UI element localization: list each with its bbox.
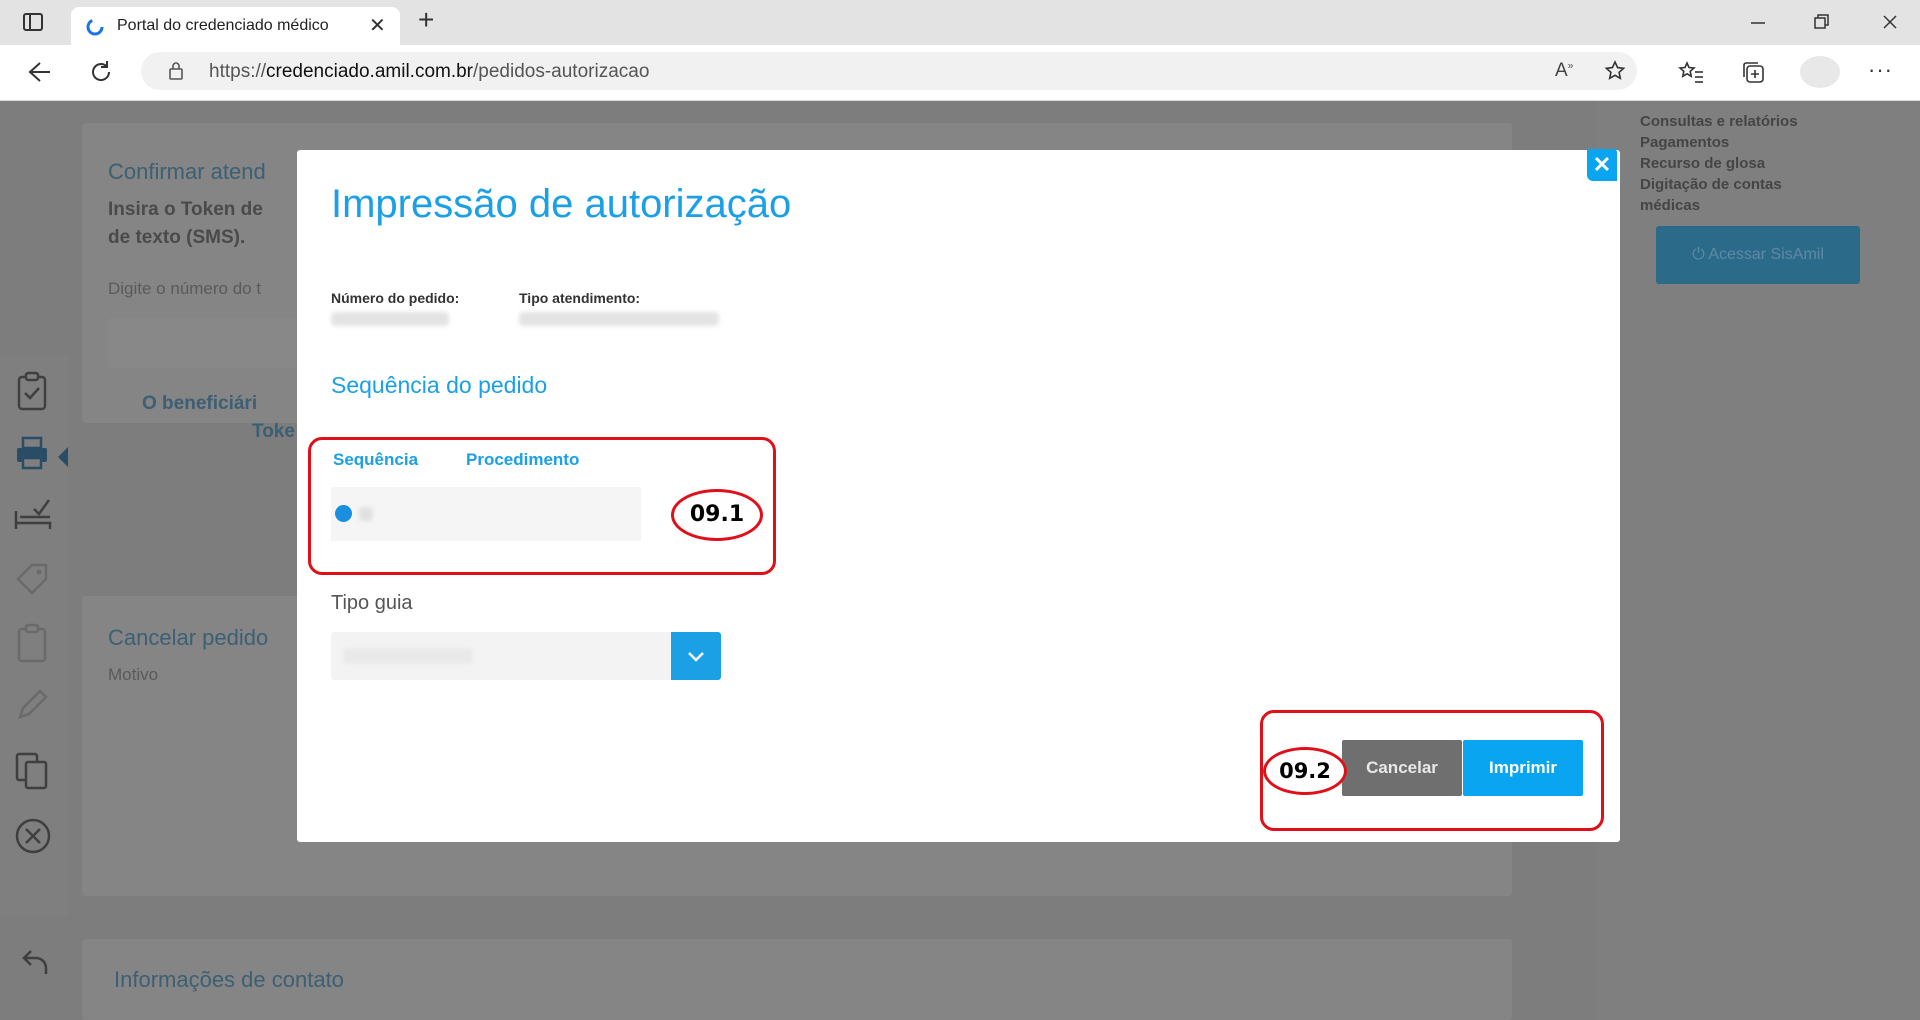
active-indicator	[58, 447, 68, 467]
contact-title: Informações de contato	[114, 967, 344, 992]
tipo-guia-label: Tipo guia	[331, 592, 413, 614]
service-type-value-redacted	[519, 312, 719, 326]
confirm-text-1: Insira o Token de	[108, 199, 263, 220]
order-number-label: Número do pedido:	[331, 290, 460, 306]
favorite-add-icon[interactable]	[1603, 59, 1627, 88]
confirm-text-2: de texto (SMS).	[108, 227, 246, 248]
link-digitacao[interactable]: Digitação de contas	[1640, 174, 1798, 195]
section-title: Sequência do pedido	[331, 372, 548, 398]
modal-close-button[interactable]: ✕	[1587, 149, 1617, 181]
link-consultas[interactable]: Consultas e relatórios	[1640, 111, 1798, 132]
annotation-marker-2: 09.2	[1263, 747, 1347, 795]
loading-icon	[85, 17, 105, 42]
close-window-icon[interactable]	[1880, 12, 1900, 37]
lock-icon[interactable]	[167, 61, 185, 86]
clipboard-icon[interactable]	[14, 623, 50, 663]
url-field[interactable]: https://credenciado.amil.com.br/pedidos-…	[141, 52, 1637, 90]
beneficiary-text-1: O beneficiári	[142, 393, 258, 414]
cancel-title: Cancelar pedido	[108, 625, 269, 650]
more-icon[interactable]: ···	[1868, 57, 1893, 83]
order-number-value-redacted	[331, 312, 449, 326]
tag-icon[interactable]	[14, 561, 50, 597]
link-digitacao-2[interactable]: médicas	[1640, 195, 1798, 216]
browser-tab[interactable]: Portal do credenciado médico ✕	[71, 7, 400, 45]
sidebar-toggle-icon[interactable]	[22, 11, 44, 37]
left-sidebar	[0, 355, 68, 974]
undo-icon[interactable]	[18, 947, 54, 983]
printer-icon[interactable]	[14, 435, 50, 471]
profile-icon[interactable]	[1800, 56, 1840, 88]
tipo-guia-select[interactable]	[331, 632, 721, 680]
cancel-circle-icon[interactable]	[14, 817, 51, 854]
sisamil-button[interactable]: ⏻ Acessar SisAmil	[1656, 226, 1860, 284]
copy-icon[interactable]	[14, 751, 50, 790]
service-type-label: Tipo atendimento:	[519, 290, 641, 306]
modal-title: Impressão de autorização	[331, 182, 792, 226]
right-panel: Consultas e relatórios Pagamentos Recurs…	[1596, 101, 1920, 1020]
tab-close-icon[interactable]: ✕	[369, 13, 386, 38]
restore-icon[interactable]	[1812, 12, 1832, 37]
collections-icon[interactable]	[1740, 59, 1766, 90]
motivo-label: Motivo	[108, 665, 159, 684]
address-bar-row: https://credenciado.amil.com.br/pedidos-…	[0, 45, 1920, 101]
annotation-marker-1: 09.1	[671, 489, 763, 541]
bed-check-icon[interactable]	[14, 497, 52, 533]
token-input[interactable]	[108, 318, 298, 368]
favorites-icon[interactable]	[1678, 60, 1704, 89]
right-links: Consultas e relatórios Pagamentos Recurs…	[1640, 111, 1798, 216]
url-text: https://credenciado.amil.com.br/pedidos-…	[209, 61, 650, 82]
tab-title: Portal do credenciado médico	[117, 17, 329, 34]
digit-label: Digite o número do t	[108, 279, 262, 298]
new-tab-button[interactable]: +	[418, 6, 434, 34]
confirm-title: Confirmar atend	[108, 159, 266, 184]
clipboard-check-icon[interactable]	[14, 371, 50, 411]
read-aloud-icon[interactable]: A»	[1555, 60, 1573, 82]
link-pagamentos[interactable]: Pagamentos	[1640, 132, 1798, 153]
chevron-down-icon[interactable]	[671, 632, 721, 680]
back-icon[interactable]	[26, 60, 52, 89]
minimize-icon[interactable]	[1748, 12, 1768, 37]
refresh-icon[interactable]	[88, 59, 114, 90]
tipo-guia-value-redacted	[343, 648, 473, 664]
browser-tab-bar: Portal do credenciado médico ✕ +	[0, 0, 1920, 45]
power-icon: ⏻	[1692, 246, 1709, 263]
beneficiary-text-2: Toke	[252, 421, 295, 442]
link-recurso-glosa[interactable]: Recurso de glosa	[1640, 153, 1798, 174]
pencil-icon[interactable]	[14, 687, 50, 723]
